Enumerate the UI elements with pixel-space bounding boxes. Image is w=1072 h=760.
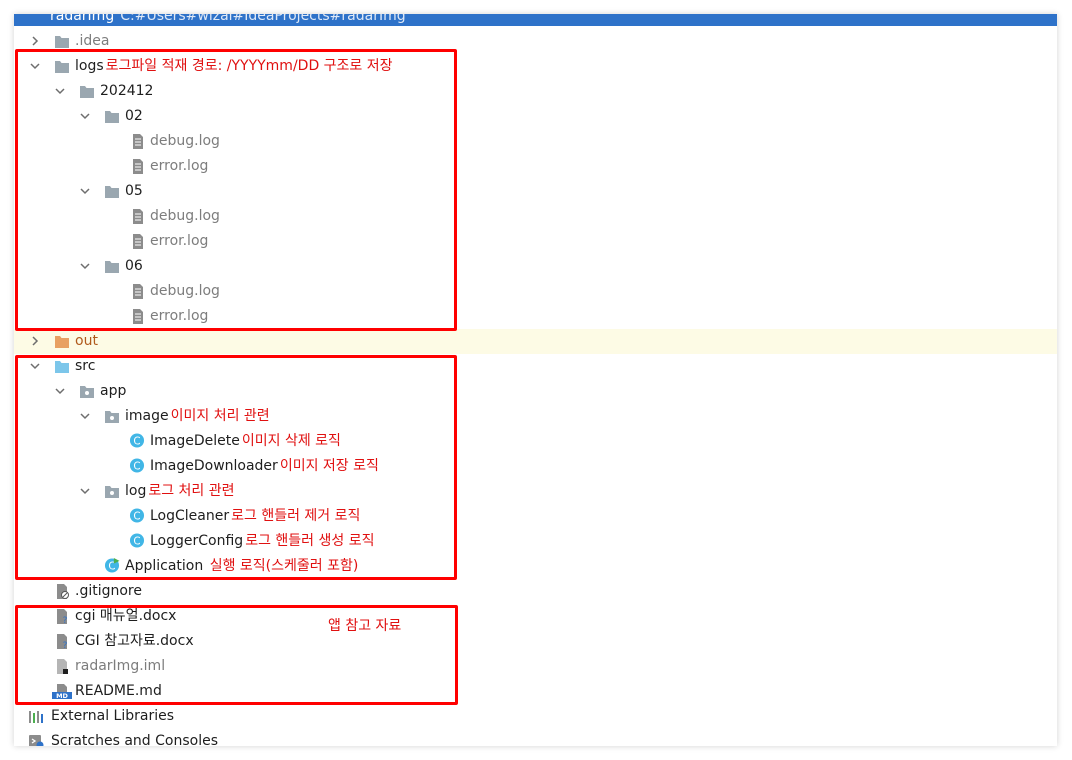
excluded-folder-icon (55, 336, 69, 348)
tree-item-label: .idea (75, 33, 110, 49)
tree-item-external-libraries[interactable]: External Libraries (14, 704, 1057, 729)
tree-item-label: out (75, 333, 98, 349)
project-path: C:#Users#wizai#IdeaProjects#radarImg (120, 14, 406, 24)
project-name: radarImg (50, 14, 115, 24)
tree-item-label: .gitignore (75, 583, 142, 599)
tree-item-label: Scratches and Consoles (51, 733, 218, 746)
project-root-row[interactable]: radarImg C:#Users#wizai#IdeaProjects#rada… (14, 14, 1057, 26)
scratches-icon (29, 735, 44, 746)
project-tree-panel: radarImg C:#Users#wizai#IdeaProjects#rada… (14, 14, 1057, 746)
tree-item-out[interactable]: out (14, 329, 1057, 354)
annotation-box-logs (15, 49, 457, 331)
chevron-right-icon[interactable] (28, 334, 42, 348)
tree-item-gitignore[interactable]: .gitignore (14, 579, 1057, 604)
annotation-box-src (15, 355, 457, 580)
ignored-file-icon (57, 584, 69, 599)
annotation-text-app-reference: 앱 참고 자료 (328, 618, 402, 634)
libraries-icon (29, 711, 43, 723)
tree-item-scratches[interactable]: Scratches and Consoles (14, 729, 1057, 746)
tree-item-label: External Libraries (51, 708, 174, 724)
chevron-right-icon[interactable] (28, 34, 42, 48)
folder-icon (55, 36, 69, 48)
